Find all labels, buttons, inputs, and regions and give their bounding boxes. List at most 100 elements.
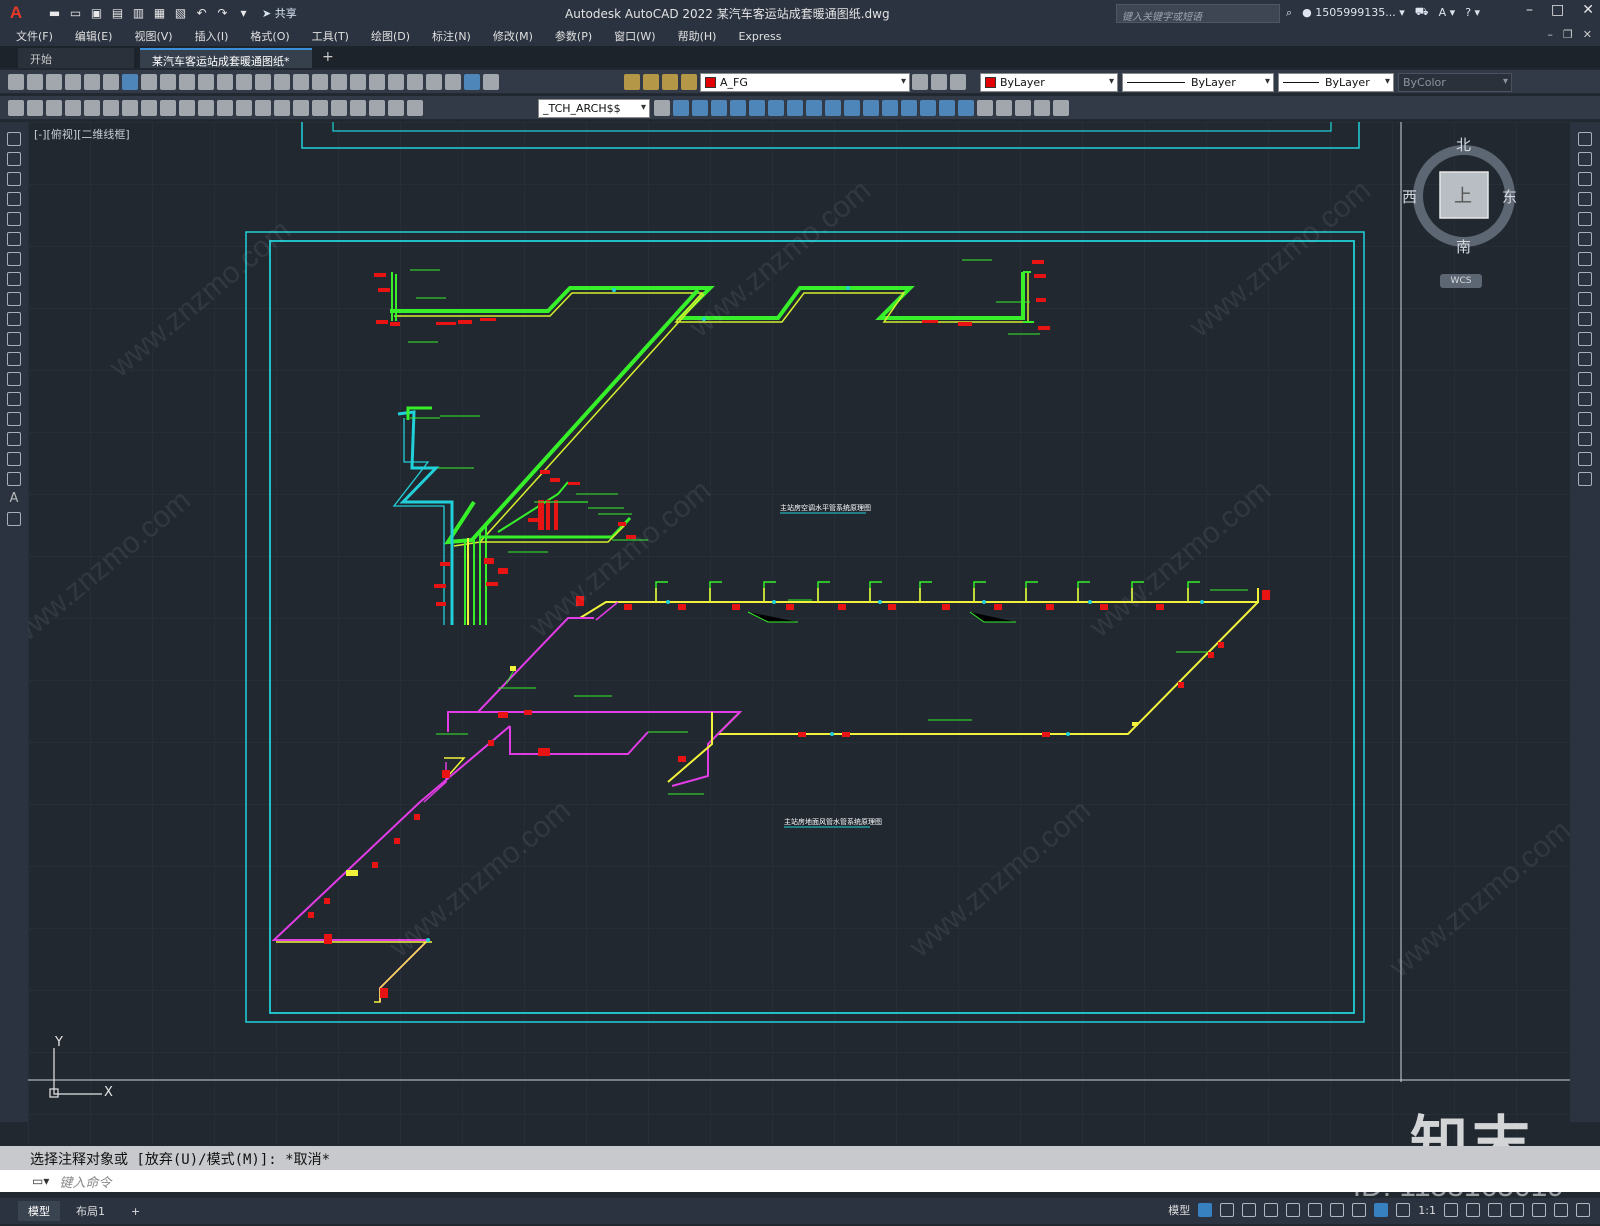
publish-icon[interactable] bbox=[103, 74, 119, 90]
offset-icon[interactable] bbox=[730, 100, 746, 116]
dim-continue-icon[interactable] bbox=[198, 100, 214, 116]
dim-break-icon[interactable] bbox=[236, 100, 252, 116]
command-prompt-icon[interactable]: ▭▾ bbox=[32, 1174, 49, 1188]
new-file-icon[interactable]: ▬ bbox=[46, 5, 63, 21]
rotate-icon[interactable] bbox=[787, 100, 803, 116]
move-icon[interactable] bbox=[768, 100, 784, 116]
tab-start[interactable]: 开始 bbox=[18, 48, 134, 68]
jogged-linear-icon[interactable] bbox=[312, 100, 328, 116]
array-icon[interactable] bbox=[749, 100, 765, 116]
copy-icon[interactable] bbox=[160, 74, 176, 90]
dim-angular-icon[interactable] bbox=[141, 100, 157, 116]
gradient-icon[interactable] bbox=[7, 432, 21, 446]
add-selected-icon[interactable] bbox=[7, 512, 21, 526]
join-side-icon[interactable] bbox=[1578, 392, 1592, 406]
menu-draw[interactable]: 绘图(D) bbox=[371, 28, 410, 44]
polygon-icon[interactable] bbox=[7, 192, 21, 206]
layer-previous-icon[interactable] bbox=[931, 74, 947, 90]
mirror-side-icon[interactable] bbox=[1578, 172, 1592, 186]
dim-space-icon[interactable] bbox=[217, 100, 233, 116]
send-back-icon[interactable] bbox=[1015, 100, 1031, 116]
text-front-icon[interactable] bbox=[1034, 100, 1050, 116]
explode-icon[interactable] bbox=[958, 100, 974, 116]
layout-tab-layout1[interactable]: 布局1 bbox=[66, 1201, 115, 1221]
autocad-logo-icon[interactable]: A bbox=[6, 3, 26, 23]
dim-baseline-icon[interactable] bbox=[179, 100, 195, 116]
lineweight-icon[interactable] bbox=[1352, 1203, 1367, 1217]
dim-arc-icon[interactable] bbox=[46, 100, 62, 116]
autodesk-a360-icon[interactable]: A ▾ bbox=[1439, 6, 1456, 19]
menu-window[interactable]: 窗口(W) bbox=[614, 28, 655, 44]
dim-jogged-icon[interactable] bbox=[103, 100, 119, 116]
redo-toolbar-icon[interactable] bbox=[255, 74, 271, 90]
join-icon[interactable] bbox=[901, 100, 917, 116]
menu-format[interactable]: 格式(O) bbox=[250, 28, 289, 44]
new-tab-button[interactable]: + bbox=[322, 49, 334, 68]
draw-order-icon[interactable] bbox=[977, 100, 993, 116]
quick-dim-icon[interactable] bbox=[160, 100, 176, 116]
copy-side-icon[interactable] bbox=[1578, 152, 1592, 166]
layer-on-bulb-icon[interactable] bbox=[624, 74, 640, 90]
units-icon[interactable] bbox=[1488, 1203, 1502, 1217]
sheet-set-icon[interactable] bbox=[407, 74, 423, 90]
construction-line-icon[interactable] bbox=[7, 152, 21, 166]
rectangle-icon[interactable] bbox=[7, 212, 21, 226]
make-block-icon[interactable] bbox=[7, 372, 21, 386]
rotate-side-icon[interactable] bbox=[1578, 252, 1592, 266]
dim-style-apply-icon[interactable] bbox=[654, 100, 670, 116]
arc-icon[interactable] bbox=[7, 232, 21, 246]
polar-icon[interactable] bbox=[1264, 1203, 1279, 1217]
chamfer-icon[interactable] bbox=[920, 100, 936, 116]
bring-front-icon[interactable] bbox=[996, 100, 1012, 116]
dim-diameter-icon[interactable] bbox=[122, 100, 138, 116]
properties-icon[interactable] bbox=[350, 74, 366, 90]
calculator-icon[interactable] bbox=[445, 74, 461, 90]
save-web-icon[interactable]: ▦ bbox=[151, 5, 168, 21]
circle-icon[interactable] bbox=[7, 252, 21, 266]
multiline-text-icon[interactable]: A bbox=[7, 492, 21, 506]
scale-side-icon[interactable] bbox=[1578, 272, 1592, 286]
compass-west[interactable]: 西 bbox=[1402, 186, 1417, 207]
erase-icon[interactable] bbox=[673, 100, 689, 116]
layer-color-icon[interactable] bbox=[681, 74, 697, 90]
qnew-icon[interactable] bbox=[8, 74, 24, 90]
command-input[interactable]: 键入命令 bbox=[59, 1172, 111, 1191]
plot-toolbar-icon[interactable] bbox=[65, 74, 81, 90]
color-dropdown[interactable]: ByLayer ▾ bbox=[980, 73, 1118, 92]
doc-restore-button[interactable]: ❐ bbox=[1563, 28, 1573, 41]
dim-update-icon[interactable] bbox=[369, 100, 385, 116]
markup-icon[interactable] bbox=[426, 74, 442, 90]
user-account-button[interactable]: ● 1505999135... ▾ bbox=[1302, 6, 1405, 19]
viewport-controls-label[interactable]: [-][俯视][二维线框] bbox=[34, 126, 130, 142]
compass-south[interactable]: 南 bbox=[1456, 236, 1471, 257]
insert-block-icon[interactable] bbox=[7, 352, 21, 366]
ellipse-arc-icon[interactable] bbox=[7, 332, 21, 346]
cut-icon[interactable] bbox=[141, 74, 157, 90]
redo-icon[interactable]: ↷ bbox=[214, 5, 231, 21]
stretch-icon[interactable] bbox=[825, 100, 841, 116]
move-side-icon[interactable] bbox=[1578, 232, 1592, 246]
viewcube[interactable]: 北 南 东 西 上 WCS bbox=[1402, 136, 1522, 288]
save-toolbar-icon[interactable] bbox=[46, 74, 62, 90]
fillet-icon[interactable] bbox=[939, 100, 955, 116]
array-side-icon[interactable] bbox=[1578, 212, 1592, 226]
dim-radius-icon[interactable] bbox=[84, 100, 100, 116]
break-side-icon[interactable] bbox=[1578, 372, 1592, 386]
customization-menu-icon[interactable] bbox=[1576, 1203, 1590, 1217]
polyline-icon[interactable] bbox=[7, 172, 21, 186]
close-button[interactable]: ✕ bbox=[1582, 2, 1594, 18]
region-icon[interactable] bbox=[7, 452, 21, 466]
center-mark-icon[interactable] bbox=[274, 100, 290, 116]
stretch-side-icon[interactable] bbox=[1578, 292, 1592, 306]
grid-icon[interactable] bbox=[1198, 1203, 1213, 1217]
open-file-icon[interactable]: ▭ bbox=[67, 5, 84, 21]
object-snap-tracking-icon[interactable] bbox=[1308, 1203, 1323, 1217]
minimize-button[interactable]: – bbox=[1526, 2, 1533, 18]
isometric-icon[interactable] bbox=[1286, 1203, 1301, 1217]
customize-qat-icon[interactable]: ▾ bbox=[235, 5, 252, 21]
linetype-dropdown[interactable]: ByLayer ▾ bbox=[1122, 73, 1274, 92]
text-style-dropdown[interactable]: _TCH_ARCH$$ ▾ bbox=[538, 99, 650, 118]
zoom-window-icon[interactable] bbox=[312, 74, 328, 90]
wcs-menu-button[interactable]: WCS bbox=[1440, 274, 1482, 288]
spline-icon[interactable] bbox=[7, 292, 21, 306]
